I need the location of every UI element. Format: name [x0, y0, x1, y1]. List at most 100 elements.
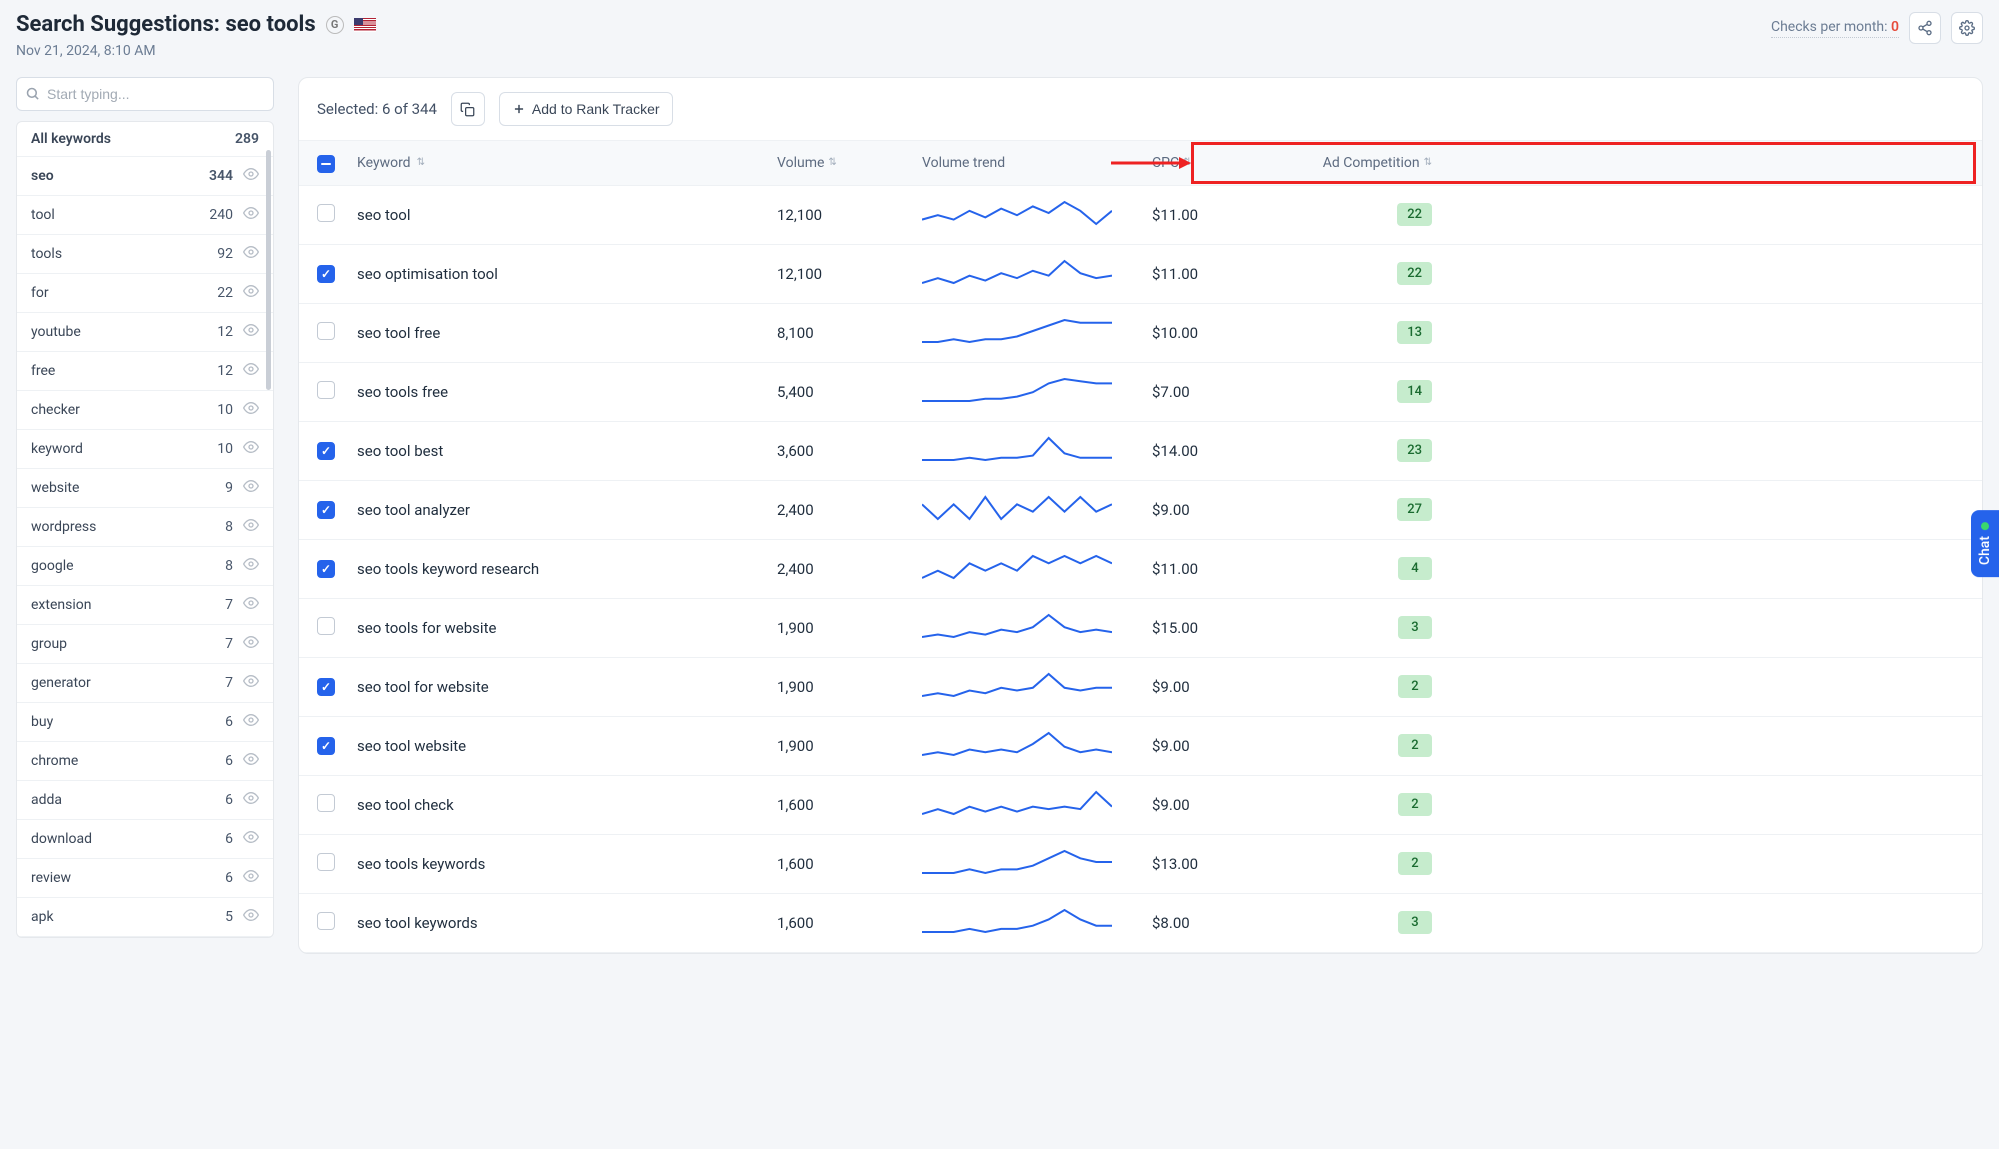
keyword-filter-item[interactable]: extension 7: [17, 586, 273, 625]
keyword-filter-input[interactable]: [16, 77, 274, 111]
row-checkbox[interactable]: [317, 322, 335, 340]
keyword-filter-item[interactable]: website 9: [17, 469, 273, 508]
column-volume[interactable]: Volume⇅: [777, 155, 922, 171]
row-checkbox[interactable]: [317, 737, 335, 755]
keyword-filter-item[interactable]: group 7: [17, 625, 273, 664]
keyword-filter-count: 6: [209, 792, 233, 808]
keyword-filter-item[interactable]: youtube 12: [17, 313, 273, 352]
row-checkbox[interactable]: [317, 794, 335, 812]
row-checkbox[interactable]: [317, 265, 335, 283]
keyword-filter-item[interactable]: google 8: [17, 547, 273, 586]
keyword-filter-item[interactable]: chrome 6: [17, 742, 273, 781]
keyword-filter-item[interactable]: free 12: [17, 352, 273, 391]
keyword-cell[interactable]: seo tool check: [357, 796, 454, 814]
trend-cell: [922, 435, 1152, 467]
keyword-filter-all[interactable]: All keywords 289: [17, 122, 273, 157]
keyword-filter-item[interactable]: apk 5: [17, 898, 273, 937]
settings-button[interactable]: [1951, 12, 1983, 44]
keyword-filter-item[interactable]: download 6: [17, 820, 273, 859]
keyword-filter-label: google: [31, 558, 74, 574]
row-checkbox[interactable]: [317, 560, 335, 578]
keyword-cell[interactable]: seo tool best: [357, 442, 443, 460]
keyword-cell[interactable]: seo tool website: [357, 737, 466, 755]
eye-icon[interactable]: [243, 517, 259, 537]
ad-competition-badge: 2: [1398, 675, 1432, 698]
keyword-filter-item[interactable]: generator 7: [17, 664, 273, 703]
ad-competition-badge: 14: [1397, 380, 1432, 403]
row-checkbox[interactable]: [317, 381, 335, 399]
eye-icon[interactable]: [243, 361, 259, 381]
eye-icon[interactable]: [243, 634, 259, 654]
keyword-filter-count: 6: [209, 831, 233, 847]
add-to-rank-tracker-button[interactable]: Add to Rank Tracker: [499, 92, 673, 126]
copy-button[interactable]: [451, 92, 485, 126]
row-checkbox[interactable]: [317, 442, 335, 460]
row-checkbox[interactable]: [317, 501, 335, 519]
eye-icon[interactable]: [243, 439, 259, 459]
eye-icon[interactable]: [243, 673, 259, 693]
eye-icon[interactable]: [243, 478, 259, 498]
volume-cell: 3,600: [777, 442, 814, 460]
keyword-cell[interactable]: seo tools for website: [357, 619, 496, 637]
cpc-cell: $11.00: [1152, 265, 1198, 283]
keyword-cell[interactable]: seo tool for website: [357, 678, 489, 696]
keyword-filter-count: 8: [209, 558, 233, 574]
keyword-filter-item[interactable]: review 6: [17, 859, 273, 898]
keyword-filter-item[interactable]: checker 10: [17, 391, 273, 430]
volume-cell: 1,900: [777, 619, 814, 637]
keyword-cell[interactable]: seo optimisation tool: [357, 265, 498, 283]
eye-icon[interactable]: [243, 751, 259, 771]
keyword-filter-item[interactable]: seo 344: [17, 157, 273, 196]
eye-icon[interactable]: [243, 907, 259, 927]
eye-icon[interactable]: [243, 829, 259, 849]
row-checkbox[interactable]: [317, 617, 335, 635]
keyword-filter-item[interactable]: for 22: [17, 274, 273, 313]
keyword-filter-count: 344: [209, 168, 233, 184]
keyword-cell[interactable]: seo tools keyword research: [357, 560, 539, 578]
eye-icon[interactable]: [243, 283, 259, 303]
keyword-cell[interactable]: seo tool: [357, 206, 411, 224]
keyword-filter-item[interactable]: adda 6: [17, 781, 273, 820]
row-checkbox[interactable]: [317, 853, 335, 871]
eye-icon[interactable]: [243, 595, 259, 615]
keyword-filter-label: extension: [31, 597, 91, 613]
row-checkbox[interactable]: [317, 912, 335, 930]
select-all-checkbox[interactable]: [317, 155, 335, 173]
ad-competition-badge: 22: [1397, 203, 1432, 226]
row-checkbox[interactable]: [317, 204, 335, 222]
keyword-cell[interactable]: seo tool keywords: [357, 914, 478, 932]
eye-icon[interactable]: [243, 868, 259, 888]
column-ad-competition[interactable]: Ad Competition⇅: [1292, 155, 1432, 171]
eye-icon[interactable]: [243, 244, 259, 264]
trend-cell: [922, 199, 1152, 231]
eye-icon[interactable]: [243, 205, 259, 225]
keyword-filter-item[interactable]: keyword 10: [17, 430, 273, 469]
ad-competition-badge: 23: [1397, 439, 1432, 462]
eye-icon[interactable]: [243, 166, 259, 186]
keyword-filter-label: youtube: [31, 324, 81, 340]
eye-icon[interactable]: [243, 322, 259, 342]
keyword-cell[interactable]: seo tools free: [357, 383, 448, 401]
eye-icon[interactable]: [243, 400, 259, 420]
keyword-filter-item[interactable]: tool 240: [17, 196, 273, 235]
keyword-cell[interactable]: seo tool analyzer: [357, 501, 470, 519]
keyword-filter-label: adda: [31, 792, 62, 808]
keyword-cell[interactable]: seo tools keywords: [357, 855, 485, 873]
keyword-filter-label: download: [31, 831, 92, 847]
trend-cell: [922, 789, 1152, 821]
keyword-filter-label: generator: [31, 675, 91, 691]
chat-tab[interactable]: Chat: [1971, 510, 1999, 577]
keyword-filter-item[interactable]: wordpress 8: [17, 508, 273, 547]
keyword-filter-label: review: [31, 870, 71, 886]
share-button[interactable]: [1909, 12, 1941, 44]
keyword-cell[interactable]: seo tool free: [357, 324, 440, 342]
keyword-filter-item[interactable]: buy 6: [17, 703, 273, 742]
column-keyword[interactable]: Keyword⇅: [357, 155, 777, 171]
eye-icon[interactable]: [243, 556, 259, 576]
share-icon: [1917, 20, 1933, 36]
row-checkbox[interactable]: [317, 678, 335, 696]
keyword-filter-item[interactable]: tools 92: [17, 235, 273, 274]
eye-icon[interactable]: [243, 790, 259, 810]
eye-icon[interactable]: [243, 712, 259, 732]
cpc-cell: $13.00: [1152, 855, 1198, 873]
